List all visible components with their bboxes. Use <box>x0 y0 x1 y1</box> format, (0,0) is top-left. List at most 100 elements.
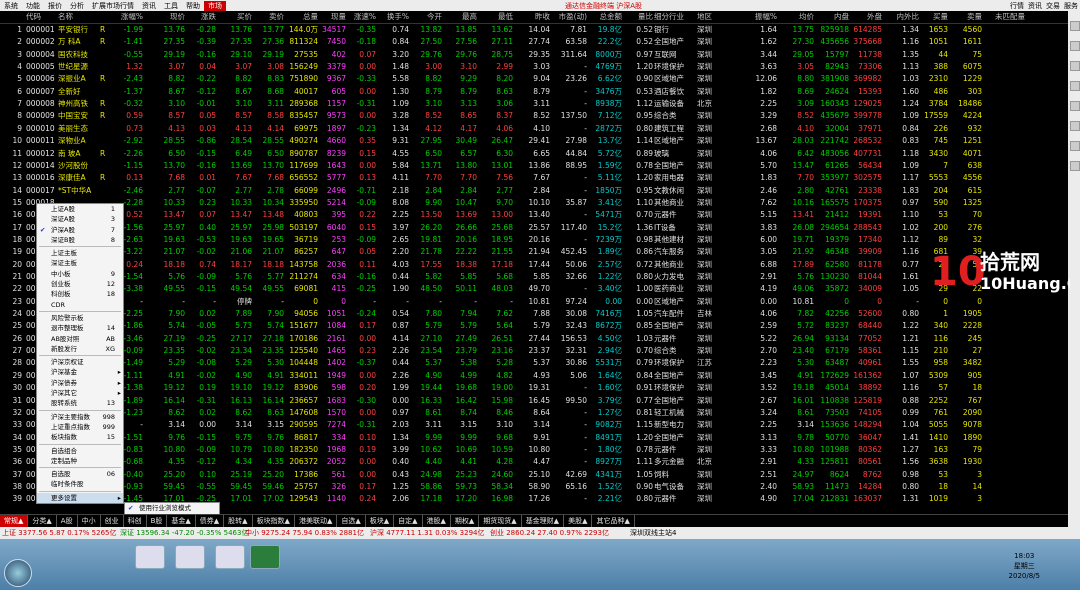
table-row[interactable]: 14 000017 *ST中华A -2.46 2.77 -0.07 2.77 2.78 6609… <box>0 185 1068 197</box>
table-row[interactable]: 31000036-1.8916.14-0.3116.1316.142366571… <box>0 395 1068 407</box>
column-header[interactable]: 买量 <box>920 11 948 23</box>
table-row[interactable]: 5 000006 深振业A R -2.43 8.82 -0.22 8.82 8.83 751890… <box>0 73 1068 85</box>
column-header[interactable]: 昨收 <box>516 11 550 23</box>
table-row[interactable]: 1 000001 平安银行 R -1.99 13.76 -0.28 13.76 13.77 144… <box>0 24 1068 36</box>
market-tab[interactable]: 基金理财▲ <box>522 515 565 527</box>
table-row[interactable]: 15000018-2.2810.330.2310.3310.3433595052… <box>0 197 1068 209</box>
table-row[interactable]: 6 000007 全新好 -1.37 8.67 -0.12 8.67 8.68 40017 605… <box>0 86 1068 98</box>
toolbar-icon[interactable] <box>1070 81 1080 91</box>
column-header[interactable]: 卖价 <box>254 11 284 23</box>
start-button[interactable] <box>4 559 32 587</box>
table-row[interactable]: 33000038-3.140.003.143.152905957274-0.31… <box>0 419 1068 431</box>
menu-option[interactable]: 上证重点指数 999 <box>37 422 123 432</box>
column-header[interactable]: 最低 <box>479 11 513 23</box>
table-row[interactable]: 28000032-1.495.29-0.085.295.301044481402… <box>0 357 1068 369</box>
column-header[interactable]: 总金额 <box>588 11 623 23</box>
column-header[interactable]: 代码 <box>26 11 60 23</box>
column-header[interactable]: 涨速% <box>346 11 376 23</box>
table-row[interactable]: 37000043-0.4025.200.1025.1925.2017386561… <box>0 469 1068 481</box>
market-tab[interactable]: 科创 <box>124 515 147 527</box>
table-row[interactable]: 25000029-1.865.74-0.055.735.741516771084… <box>0 320 1068 332</box>
market-tab[interactable]: 港美联动▲ <box>295 515 338 527</box>
table-row[interactable]: 19000022-3.2221.07-0.0221.0621.078625764… <box>0 246 1068 258</box>
column-header[interactable]: 未匹配量 <box>985 11 1025 23</box>
menu-item[interactable]: 报价 <box>44 1 66 11</box>
market-tag[interactable]: 市场 <box>204 0 226 11</box>
menu-option[interactable]: 板块指数 15 <box>37 432 123 442</box>
menu-option[interactable]: 自选股 06 <box>37 469 123 479</box>
top-right-button[interactable]: 资讯 <box>1028 1 1042 11</box>
top-right-button[interactable]: 交易 <box>1046 1 1060 11</box>
menu-item[interactable]: 系统 <box>0 1 22 11</box>
menu-option[interactable]: 退市整理板 14 <box>37 323 123 333</box>
column-header[interactable]: 最高 <box>443 11 477 23</box>
table-row[interactable]: 12 000014 沙河股份 -1.15 13.70 -0.16 13.69 13.70 117… <box>0 160 1068 172</box>
top-right-button[interactable]: 服务 <box>1064 1 1078 11</box>
table-row[interactable]: 13 000016 深康佳A R 0.13 7.68 0.01 7.67 7.68 656552 5… <box>0 172 1068 184</box>
menu-option[interactable]: 上证A股 1 <box>37 204 123 214</box>
menu-option[interactable]: 定制品种 <box>37 456 123 466</box>
column-header[interactable]: 均价 <box>780 11 814 23</box>
table-row[interactable]: 4 000005 世纪星源 1.32 3.07 0.04 3.07 3.08 156249 337… <box>0 61 1068 73</box>
column-header[interactable]: 内外比 <box>883 11 920 23</box>
menu-option[interactable]: 沪深债券 ▸ <box>37 378 123 388</box>
toolbar-icon[interactable] <box>1070 141 1080 151</box>
market-tab[interactable]: 港股▲ <box>423 515 451 527</box>
column-header[interactable]: 地区 <box>697 11 743 23</box>
table-row[interactable]: 9 000010 美丽生态 0.73 4.13 0.03 4.13 4.14 69975 1897… <box>0 123 1068 135</box>
table-row[interactable]: 32000037-1.238.620.028.628.6314760815700… <box>0 407 1068 419</box>
column-header[interactable]: 总量 <box>284 11 318 23</box>
table-row[interactable]: 160000190.5213.470.0713.4713.48408033950… <box>0 209 1068 221</box>
menu-item[interactable]: 功能 <box>22 1 44 11</box>
market-tab[interactable]: 创业 <box>101 515 124 527</box>
market-tab[interactable]: B股 <box>147 515 168 527</box>
column-header[interactable]: 市盈(动) <box>553 11 587 23</box>
table-row[interactable]: 8 000009 中国宝安 R 0.59 8.57 0.05 8.57 8.58 835457 95… <box>0 110 1068 122</box>
toolbar-icon[interactable] <box>1070 101 1080 111</box>
table-row[interactable]: 7 000008 神州高铁 R -0.32 3.10 -0.01 3.10 3.11 289368… <box>0 98 1068 110</box>
menu-option[interactable]: CDR <box>37 300 123 310</box>
table-row[interactable]: 34000039-1.519.76-0.159.759.76868173340.… <box>0 432 1068 444</box>
table-row[interactable]: 21000025-1.545.76-0.095.765.77211274634-… <box>0 271 1068 283</box>
market-tab[interactable]: 债券▲ <box>196 515 225 527</box>
menu-option[interactable]: 新股发行 XG <box>37 344 123 354</box>
market-tab[interactable]: 自定▲ <box>394 515 423 527</box>
top-right-button[interactable]: 行情 <box>1010 1 1024 11</box>
market-tab[interactable]: A股 <box>57 515 78 527</box>
menu-option[interactable]: 深证主板 <box>37 258 123 268</box>
table-row[interactable]: 27000031-0.0923.35-0.0223.3423.351255401… <box>0 345 1068 357</box>
menu-option[interactable]: 上证主板 <box>37 248 123 258</box>
menu-option[interactable]: 股转系统 13 <box>37 398 123 408</box>
taskbar-app-icon[interactable] <box>135 545 165 569</box>
menu-option[interactable]: 深证B股 8 <box>37 235 123 245</box>
market-tab[interactable]: 期权▲ <box>451 515 480 527</box>
table-row[interactable]: 3 000004 国农科技 -0.55 29.19 -0.16 29.10 29.19 2753… <box>0 49 1068 61</box>
menu-option[interactable]: 创业板 12 <box>37 279 123 289</box>
market-tab[interactable]: 期货现货▲ <box>479 515 522 527</box>
column-header[interactable]: 名称 <box>58 11 108 23</box>
market-tab[interactable]: 板块▲ <box>366 515 395 527</box>
column-header[interactable]: 内盘 <box>815 11 849 23</box>
submenu-option[interactable]: ✔ 使用行业浏览模式 <box>125 503 219 513</box>
menu-item[interactable]: 分析 <box>66 1 88 11</box>
menu-item[interactable]: 资讯 <box>138 1 160 11</box>
column-header[interactable]: 细分行业 <box>654 11 696 23</box>
table-row[interactable]: 29000034-1.114.91-0.024.904.913340111949… <box>0 370 1068 382</box>
column-header[interactable]: 现量 <box>320 11 346 23</box>
taskbar-app-icon[interactable] <box>215 545 245 569</box>
toolbar-icon[interactable] <box>1070 161 1080 171</box>
table-row[interactable]: 23000027---停牌-00-----10.8197.240.000.00区… <box>0 296 1068 308</box>
table-row[interactable]: 26000030-3.4627.19-0.2527.1727.181701862… <box>0 333 1068 345</box>
menu-item[interactable]: 扩展市场行情 <box>88 1 138 11</box>
table-row[interactable]: 2 000002 万 科A R -1.41 27.35 -0.39 27.35 27.36 811… <box>0 36 1068 48</box>
table-row[interactable]: 17000020-1.5625.970.4025.9725.9850319760… <box>0 222 1068 234</box>
menu-option[interactable]: 中小板 9 <box>37 269 123 279</box>
column-header[interactable]: 卖量 <box>950 11 982 23</box>
market-tab[interactable]: 板块指数▲ <box>253 515 295 527</box>
table-row[interactable]: 11 000012 南 玻A R -2.26 6.50 -0.15 6.49 6.50 89078… <box>0 148 1068 160</box>
menu-option[interactable]: 更多设置 ▸ <box>37 492 123 504</box>
menu-option[interactable]: 自选组合 <box>37 446 123 456</box>
table-row[interactable]: 200000230.2418.180.7418.1718.18143758203… <box>0 259 1068 271</box>
market-tab[interactable]: 常规▲ <box>0 515 29 527</box>
excel-icon[interactable] <box>250 545 280 569</box>
